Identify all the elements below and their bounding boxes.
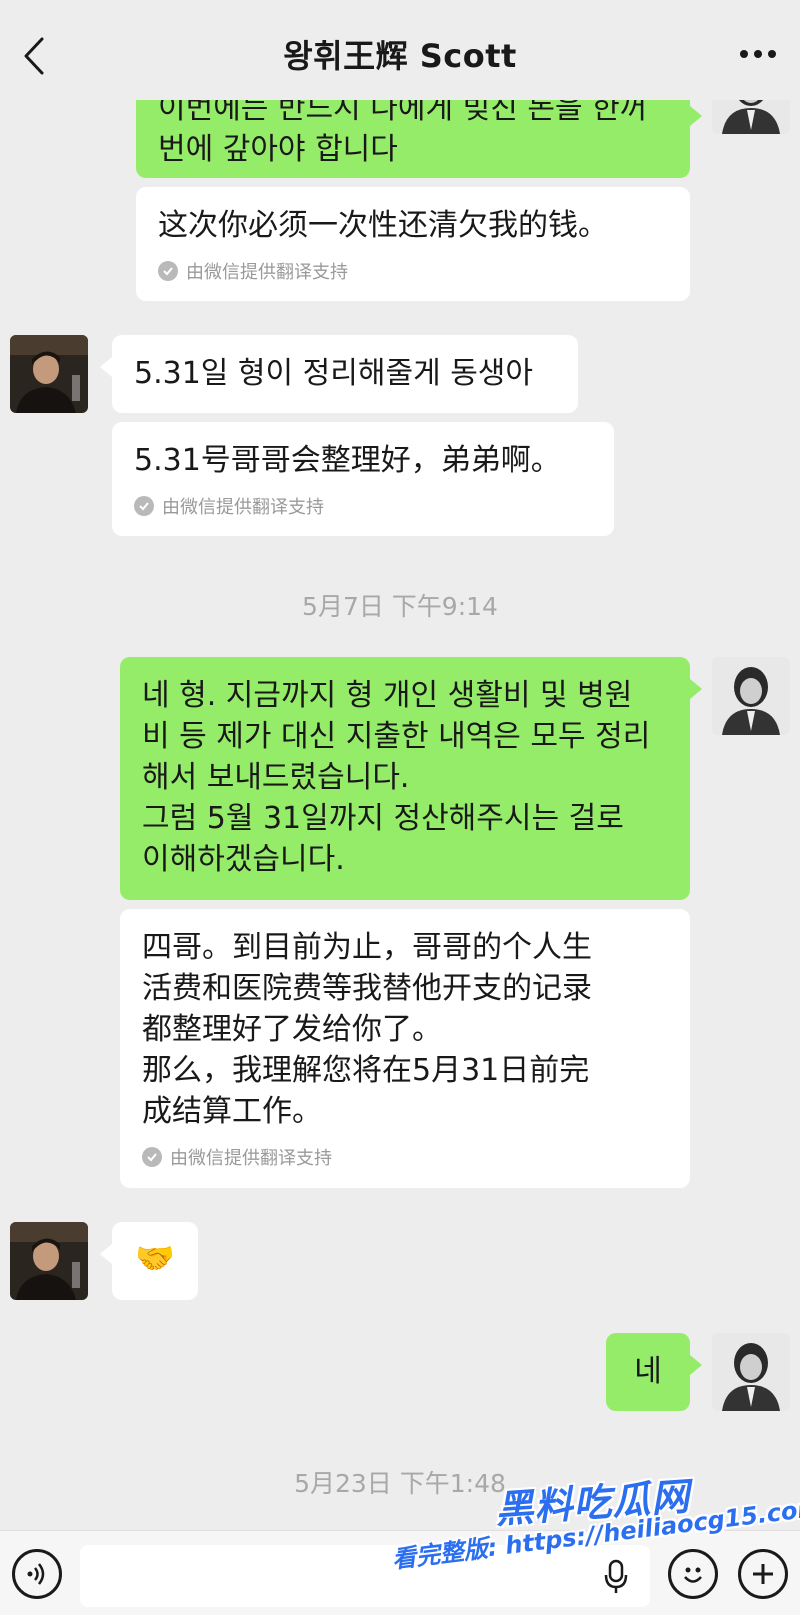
message-timestamp: 5月7日 下午9:14 bbox=[302, 592, 498, 621]
message-text: 5.31일 형이 정리해줄게 동생아 bbox=[134, 356, 534, 391]
chat-area[interactable]: 이번에는 반드시 나에게 빚진 돈을 한꺼 번에 갚아야 합니다 这次你必须一次… bbox=[0, 0, 800, 1615]
message-input[interactable] bbox=[80, 1545, 650, 1607]
message-text: 네 형. 지금까지 형 개인 생활비 및 병원 비 등 제가 대신 지출한 내역… bbox=[142, 678, 651, 877]
microphone-icon[interactable] bbox=[604, 1559, 628, 1595]
check-icon bbox=[134, 496, 154, 516]
back-button[interactable] bbox=[14, 32, 54, 80]
message-bubble-sent[interactable]: 네 bbox=[606, 1333, 702, 1411]
message-bubble-received[interactable]: 🤝 bbox=[100, 1222, 198, 1300]
my-avatar[interactable] bbox=[712, 657, 790, 735]
my-avatar[interactable] bbox=[712, 1333, 790, 1411]
translation-text: 四哥。到目前为止，哥哥的个人生 活费和医院费等我替他开支的记录 都整理好了发给你… bbox=[142, 930, 592, 1129]
chat-header: 왕휘王辉 Scott bbox=[0, 0, 800, 100]
translation-box[interactable]: 5.31号哥哥会整理好，弟弟啊。 由微信提供翻译支持 bbox=[112, 422, 614, 536]
translation-box[interactable]: 四哥。到目前为止，哥哥的个人生 活费和医院费等我替他开支的记录 都整理好了发给你… bbox=[120, 909, 690, 1188]
voice-icon bbox=[27, 1563, 45, 1585]
emoji-icon bbox=[684, 1567, 702, 1583]
more-button[interactable] bbox=[738, 42, 778, 66]
more-functions-button[interactable] bbox=[738, 1549, 788, 1599]
handshake-emoji: 🤝 bbox=[135, 1239, 175, 1277]
message-text: 이번에는 반드시 나에게 빚진 돈을 한꺼 번에 갚아야 합니다 bbox=[158, 91, 648, 167]
message-text: 네 bbox=[634, 1354, 662, 1389]
chevron-left-icon bbox=[24, 37, 44, 75]
translation-text: 这次你必须一次性还清欠我的钱。 bbox=[158, 208, 608, 243]
translation-credit: 由微信提供翻译支持 bbox=[142, 1144, 668, 1170]
translation-credit: 由微信提供翻译支持 bbox=[158, 258, 668, 284]
translation-credit: 由微信提供翻译支持 bbox=[134, 493, 592, 519]
check-icon bbox=[158, 261, 178, 281]
more-dots-icon bbox=[740, 50, 776, 58]
message-bubble-received[interactable]: 5.31일 형이 정리해줄게 동생아 bbox=[100, 335, 578, 413]
plus-icon bbox=[753, 1564, 773, 1584]
message-bubble-sent[interactable]: 네 형. 지금까지 형 개인 생활비 및 병원 비 등 제가 대신 지출한 내역… bbox=[120, 657, 702, 900]
voice-mode-button[interactable] bbox=[12, 1549, 62, 1599]
translation-text: 5.31号哥哥会整理好，弟弟啊。 bbox=[134, 443, 561, 478]
contact-avatar[interactable] bbox=[10, 335, 88, 413]
check-icon bbox=[142, 1147, 162, 1167]
contact-avatar[interactable] bbox=[10, 1222, 88, 1300]
chat-title: 왕휘王辉 Scott bbox=[283, 37, 517, 75]
translation-box[interactable]: 这次你必须一次性还清欠我的钱。 由微信提供翻译支持 bbox=[136, 187, 690, 301]
emoji-button[interactable] bbox=[668, 1549, 718, 1599]
